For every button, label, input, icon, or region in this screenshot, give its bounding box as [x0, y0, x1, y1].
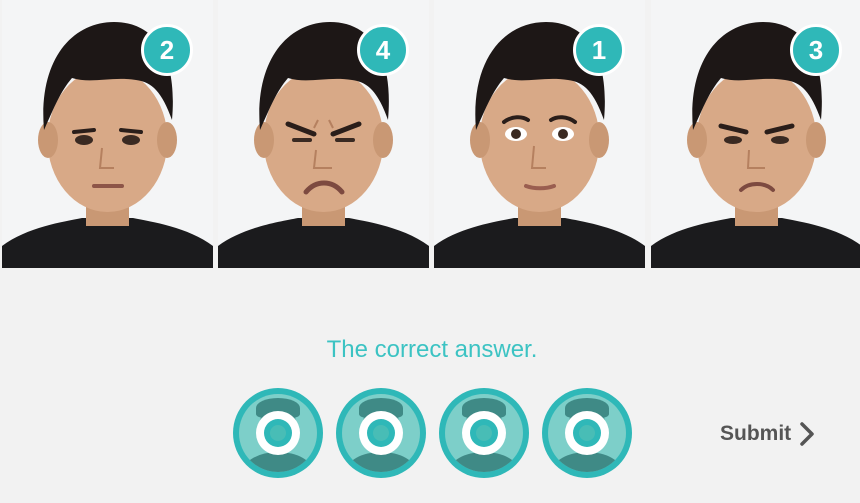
photo-row: 2 4 1 3 [0, 0, 860, 268]
face-card[interactable]: 2 [2, 0, 213, 268]
order-badge: 1 [573, 24, 625, 76]
face-card[interactable]: 4 [218, 0, 429, 268]
order-badge: 2 [141, 24, 193, 76]
face-card[interactable]: 3 [651, 0, 860, 268]
submit-label: Submit [720, 422, 792, 445]
submit-button[interactable]: Submit [720, 418, 817, 450]
answer-slot[interactable] [439, 388, 529, 478]
answer-prompt: The correct answer. [326, 336, 538, 363]
answer-slots [233, 388, 653, 478]
answer-slot[interactable] [233, 388, 323, 478]
order-badge: 4 [357, 24, 409, 76]
chevron-right-icon [800, 422, 814, 446]
order-badge: 3 [790, 24, 842, 76]
answer-slot[interactable] [336, 388, 426, 478]
face-card[interactable]: 1 [434, 0, 645, 268]
answer-slot[interactable] [542, 388, 632, 478]
